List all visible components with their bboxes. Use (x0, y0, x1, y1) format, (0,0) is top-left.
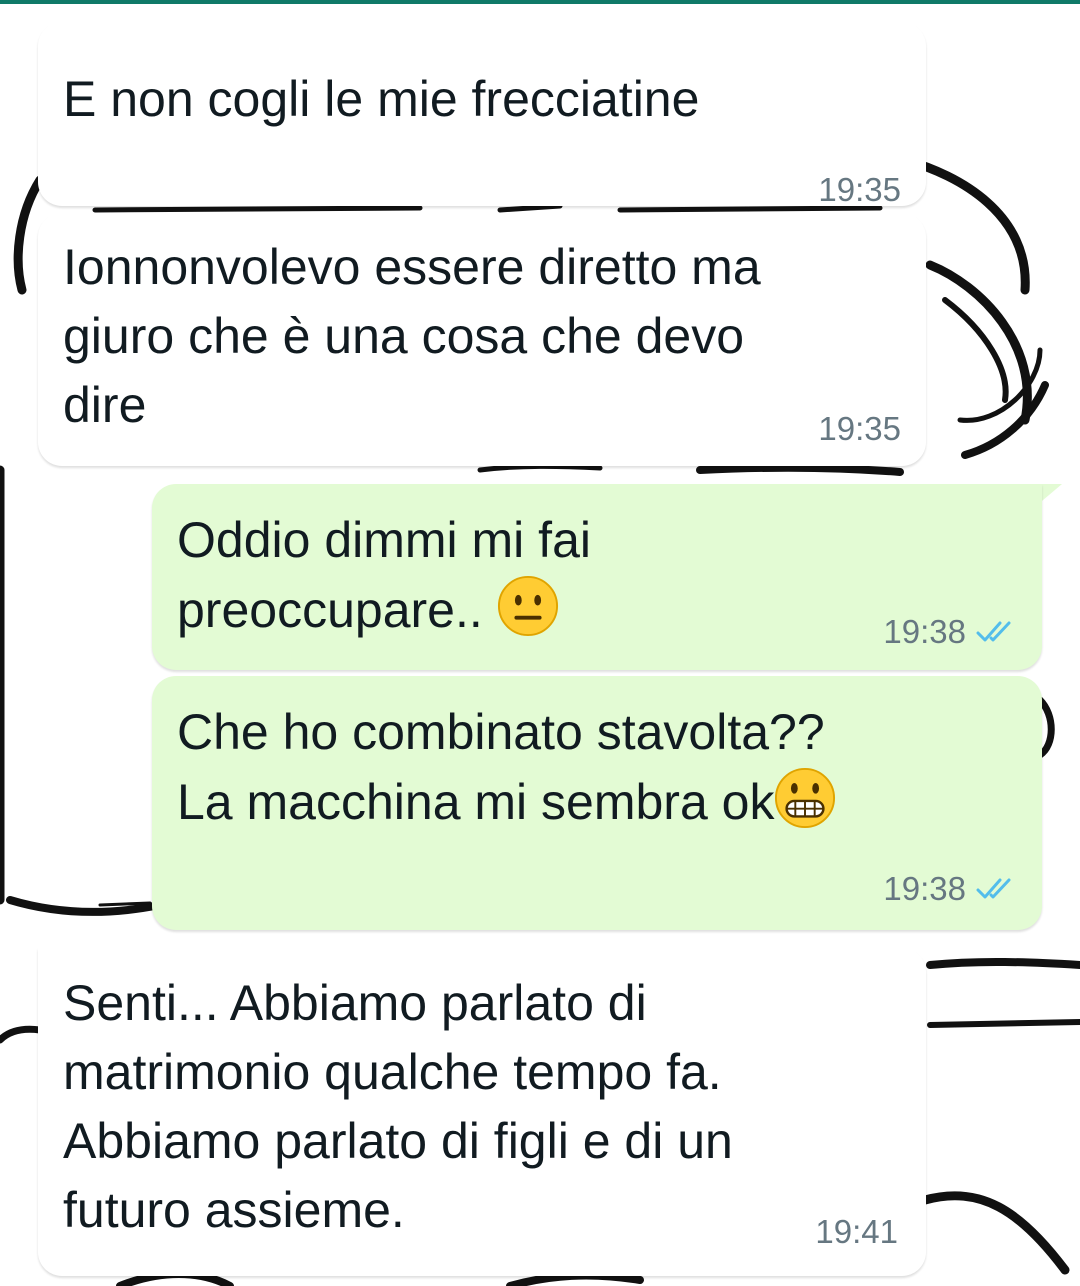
message-incoming[interactable]: Ionnonvolevo essere diretto ma giuro che… (38, 213, 926, 466)
message-timestamp: 19:38 (883, 870, 966, 907)
message-meta: 19:38 (883, 872, 1020, 905)
read-double-check-icon (976, 878, 1011, 898)
message-outgoing[interactable]: Che ho combinato stavolta?? La macchina … (152, 676, 1042, 930)
message-meta: 19:41 (815, 1215, 898, 1248)
message-timestamp: 19:38 (883, 613, 966, 650)
message-meta: 19:35 (818, 173, 901, 206)
message-timestamp: 19:35 (818, 410, 901, 447)
message-timestamp: 19:41 (815, 1213, 898, 1250)
message-timestamp: 19:35 (818, 171, 901, 208)
read-double-check-icon (976, 621, 1011, 641)
neutral-face-emoji (497, 575, 558, 637)
message-text: Che ho combinato stavolta?? La macchina … (177, 698, 836, 837)
header-strip (0, 0, 1080, 4)
message-text: Senti... Abbiamo parlato di matrimonio q… (63, 975, 733, 1238)
message-text: Oddio dimmi mi fai preoccupare.. (177, 512, 591, 638)
message-text: Ionnonvolevo essere diretto ma giuro che… (63, 239, 761, 433)
message-text: E non cogli le mie frecciatine (63, 71, 700, 127)
message-meta: 19:38 (883, 615, 1020, 648)
grimacing-face-emoji (775, 767, 836, 829)
message-incoming[interactable]: Senti... Abbiamo parlato di matrimonio q… (38, 948, 926, 1276)
message-outgoing[interactable]: Oddio dimmi mi fai preoccupare.. 19:38 (152, 484, 1042, 670)
message-meta: 19:35 (818, 412, 901, 445)
message-incoming[interactable]: E non cogli le mie frecciatine 19:35 (38, 22, 926, 206)
